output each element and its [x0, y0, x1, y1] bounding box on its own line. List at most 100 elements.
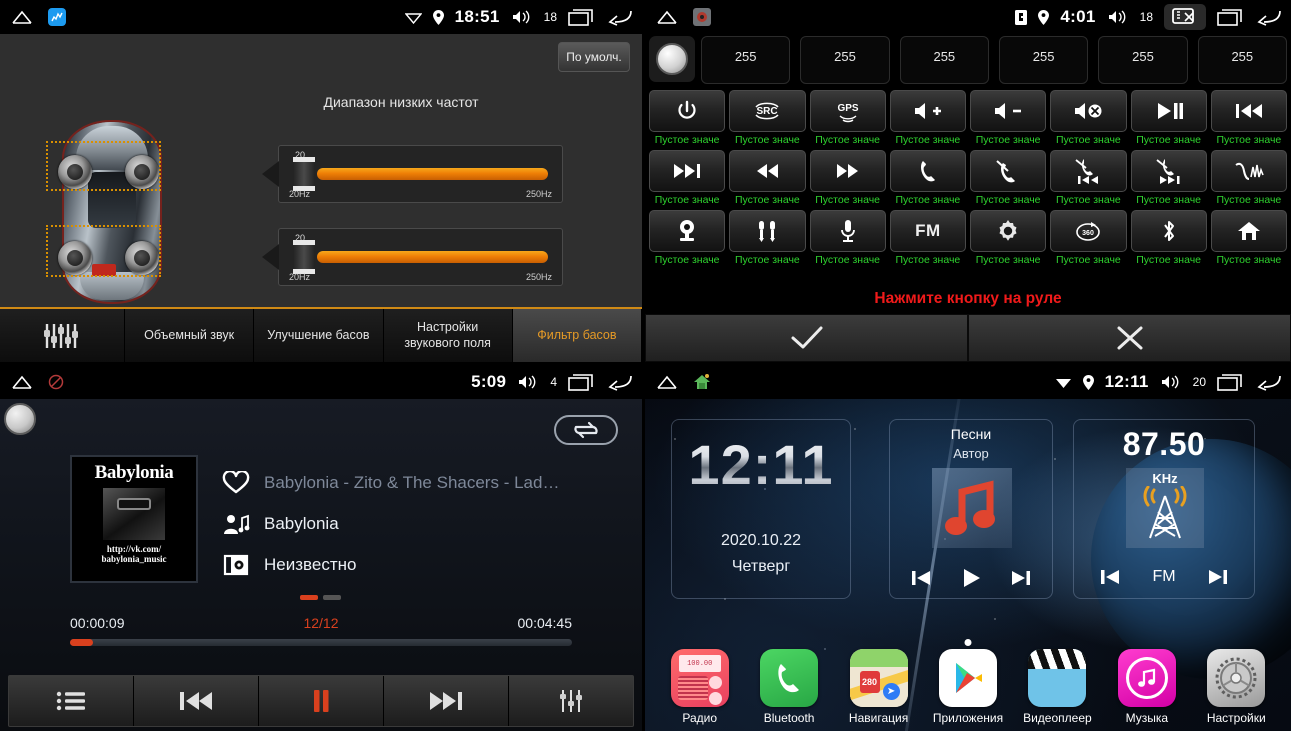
previous-button[interactable] [134, 676, 259, 726]
playlist-button[interactable] [9, 676, 134, 726]
tab-equalizer[interactable] [0, 309, 125, 362]
recents-icon[interactable] [1217, 8, 1243, 26]
app-settings[interactable]: Настройки [1198, 649, 1274, 725]
call-next-icon[interactable] [1130, 150, 1207, 192]
aux-icon[interactable] [729, 210, 806, 252]
swc-cell-call-answer[interactable]: Пустое значе [889, 150, 966, 206]
swc-cell-mute[interactable]: Пустое значе [1050, 90, 1127, 146]
next-icon[interactable] [1204, 566, 1230, 588]
screenshot-icon[interactable] [1164, 4, 1206, 30]
progress-bar[interactable] [70, 639, 572, 646]
home-icon[interactable] [655, 9, 679, 25]
swc-cell-call-next[interactable]: Пустое значе [1130, 150, 1207, 206]
front-speakers-selection[interactable] [46, 141, 161, 191]
swc-value-0[interactable]: 255 [701, 36, 791, 84]
launcher-icon[interactable] [693, 373, 711, 391]
next-button[interactable] [384, 676, 509, 726]
recents-icon[interactable] [568, 373, 594, 391]
tab-sound-field[interactable]: Настройки звукового поля [383, 309, 513, 362]
call-end-icon[interactable] [970, 150, 1047, 192]
bluetooth-icon[interactable] [1130, 210, 1207, 252]
swc-value-4[interactable]: 255 [1098, 36, 1188, 84]
swc-cell-src[interactable]: SRC Пустое значе [729, 90, 806, 146]
app-badge-icon[interactable] [693, 8, 711, 26]
fm-icon[interactable]: FM [889, 210, 966, 252]
favorite-heart-icon[interactable] [222, 471, 250, 495]
recents-icon[interactable] [1217, 373, 1243, 391]
swc-cell-power[interactable]: Пустое значе [649, 90, 726, 146]
player-knob[interactable] [4, 403, 36, 435]
music-widget[interactable]: Песни Автор [889, 419, 1053, 599]
360-view-icon[interactable]: 360 [1050, 210, 1127, 252]
play-pause-icon[interactable] [1130, 90, 1207, 132]
rewind-icon[interactable] [729, 150, 806, 192]
tab-bass-filter[interactable]: Фильтр басов [512, 309, 642, 362]
gps-icon[interactable]: GPS [809, 90, 886, 132]
swc-cell-microphone[interactable]: Пустое значе [809, 210, 886, 266]
previous-icon[interactable] [1098, 566, 1124, 588]
slider-knob-1[interactable] [293, 157, 315, 191]
swc-cell-play-pause[interactable]: Пустое значе [1130, 90, 1207, 146]
swc-cell-rewind[interactable]: Пустое значе [729, 150, 806, 206]
recents-icon[interactable] [568, 8, 594, 26]
app-badge-icon[interactable] [48, 8, 66, 26]
swc-value-1[interactable]: 255 [800, 36, 890, 84]
swc-value-2[interactable]: 255 [899, 36, 989, 84]
bass-filter-slider-1[interactable]: 20 20Hz 250Hz [262, 145, 563, 203]
voice-wave-icon[interactable] [1210, 150, 1287, 192]
swc-cell-camera[interactable]: Пустое значе [649, 210, 726, 266]
swc-cell-call-prev[interactable]: Пустое значе [1050, 150, 1127, 206]
play-icon[interactable] [958, 566, 984, 590]
app-applications[interactable]: Приложения [930, 649, 1006, 725]
prev-track-icon[interactable] [1210, 90, 1287, 132]
back-icon[interactable] [1254, 374, 1281, 391]
swc-cell-bluetooth[interactable]: Пустое значе [1130, 210, 1207, 266]
tab-bass-boost[interactable]: Улучшение басов [254, 309, 384, 362]
bass-filter-slider-2[interactable]: 20 20Hz 250Hz [262, 228, 563, 286]
back-icon[interactable] [605, 374, 632, 391]
car-speaker-diagram[interactable] [36, 120, 188, 304]
swc-cell-call-end[interactable]: Пустое значе [970, 150, 1047, 206]
app-navigation[interactable]: 280 ➤ Навигация [841, 649, 917, 725]
default-button[interactable]: По умолч. [558, 42, 630, 72]
swc-cell-fast-forward[interactable]: Пустое значе [809, 150, 886, 206]
clock-widget[interactable]: 12:11 2020.10.22 Четверг [671, 419, 851, 599]
call-prev-icon[interactable] [1050, 150, 1127, 192]
swc-cell-settings[interactable]: Пустое значе [970, 210, 1047, 266]
swc-value-5[interactable]: 255 [1197, 36, 1287, 84]
swc-cell-fm[interactable]: FM Пустое значе [889, 210, 966, 266]
camera-icon[interactable] [649, 210, 726, 252]
app-video-player[interactable]: Видеоплеер [1019, 649, 1095, 725]
power-icon[interactable] [649, 90, 726, 132]
home-house-icon[interactable] [1210, 210, 1287, 252]
pause-button[interactable] [259, 676, 384, 726]
mute-icon[interactable] [1050, 90, 1127, 132]
slider-track-1[interactable] [317, 168, 548, 180]
swc-cell-home[interactable]: Пустое значе [1210, 210, 1287, 266]
rear-speakers-selection[interactable] [46, 225, 161, 277]
home-icon[interactable] [655, 374, 679, 390]
radio-widget[interactable]: 87.50 KHz FM [1073, 419, 1255, 599]
page-indicator[interactable] [300, 595, 341, 600]
home-icon[interactable] [10, 9, 34, 25]
swc-cell-volume-down[interactable]: Пустое значе [970, 90, 1047, 146]
settings-gear-icon[interactable] [970, 210, 1047, 252]
app-bluetooth[interactable]: Bluetooth [751, 649, 827, 725]
src-icon[interactable]: SRC [729, 90, 806, 132]
next-icon[interactable] [1007, 567, 1033, 589]
swc-cell-prev-track[interactable]: Пустое значе [1210, 90, 1287, 146]
tab-surround-sound[interactable]: Объемный звук [125, 309, 255, 362]
repeat-button[interactable] [554, 415, 618, 445]
cancel-button[interactable] [968, 314, 1291, 362]
volume-down-icon[interactable] [970, 90, 1047, 132]
fast-forward-icon[interactable] [809, 150, 886, 192]
previous-icon[interactable] [909, 567, 935, 589]
app-music[interactable]: Музыка [1109, 649, 1185, 725]
slider-track-2[interactable] [317, 251, 548, 263]
volume-up-icon[interactable] [889, 90, 966, 132]
home-icon[interactable] [10, 374, 34, 390]
next-track-icon[interactable] [649, 150, 726, 192]
swc-cell-gps[interactable]: GPS Пустое значе [809, 90, 886, 146]
swc-cell-next-track[interactable]: Пустое значе [649, 150, 726, 206]
swc-cell-aux[interactable]: Пустое значе [729, 210, 806, 266]
